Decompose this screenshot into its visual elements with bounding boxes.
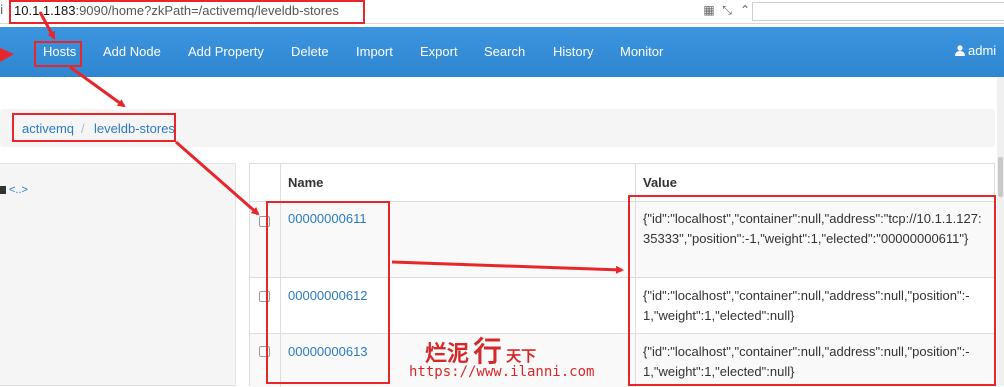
folder-icon xyxy=(0,186,6,194)
page-scrollbar[interactable] xyxy=(997,77,1004,386)
user-menu[interactable]: admi xyxy=(955,43,996,58)
annotation-box-names xyxy=(266,201,390,384)
annotation-box-values xyxy=(628,195,996,386)
watermark: 烂泥 行 天下 https://www.ilanni.com xyxy=(409,330,633,386)
nav-search[interactable]: Search xyxy=(484,44,525,59)
nav-delete[interactable]: Delete xyxy=(291,44,329,59)
nav-add-node[interactable]: Add Node xyxy=(103,44,161,59)
tree-parent-item[interactable]: <..> xyxy=(0,184,28,196)
annotation-box-url xyxy=(9,0,365,24)
nav-add-property[interactable]: Add Property xyxy=(188,44,264,59)
address-bar-extension xyxy=(752,2,1004,21)
compress-icon[interactable]: ⤡ xyxy=(720,2,734,18)
column-header-name: Name xyxy=(288,175,324,190)
nav-monitor[interactable]: Monitor xyxy=(620,44,663,59)
scrollbar-thumb[interactable] xyxy=(998,157,1003,197)
nav-import[interactable]: Import xyxy=(356,44,393,59)
annotation-box-breadcrumb xyxy=(12,113,176,142)
annotation-box-hosts xyxy=(34,41,82,67)
watermark-url: https://www.ilanni.com xyxy=(409,364,595,380)
column-header-value: Value xyxy=(643,175,677,190)
nav-export[interactable]: Export xyxy=(420,44,458,59)
tree-panel: <..> xyxy=(0,163,236,386)
chevron-up-icon[interactable]: ⌃ xyxy=(738,2,752,18)
address-tools: ▦ ⤡ ⌃ xyxy=(702,2,752,18)
tree-parent-label[interactable]: <..> xyxy=(9,184,28,196)
user-icon xyxy=(955,45,965,56)
top-navbar: Hosts Add Node Add Property Delete Impor… xyxy=(0,27,1004,77)
nav-history[interactable]: History xyxy=(553,44,593,59)
grid-icon[interactable]: ▦ xyxy=(702,2,716,18)
watermark-title-part: 天下 xyxy=(506,347,537,365)
user-name: admi xyxy=(968,43,997,58)
